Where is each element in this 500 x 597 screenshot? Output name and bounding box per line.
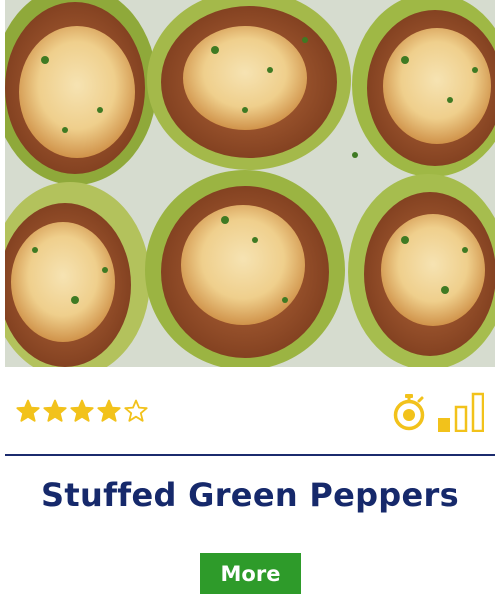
recipe-photo[interactable] <box>5 0 495 367</box>
stuffed-peppers-image <box>5 0 495 367</box>
divider <box>5 454 495 456</box>
recipe-info-icons <box>392 392 485 436</box>
star-filled-icon <box>97 399 121 423</box>
star-filled-icon <box>70 399 94 423</box>
star-filled-icon <box>43 399 67 423</box>
recipe-meta-row <box>16 392 485 436</box>
star-empty-icon <box>124 399 148 423</box>
stopwatch-icon <box>392 393 426 435</box>
star-rating <box>16 399 148 423</box>
recipe-card: Stuffed Green Peppers More <box>0 0 500 597</box>
more-button[interactable]: More <box>200 553 301 594</box>
difficulty-bars-icon <box>438 392 485 436</box>
recipe-title[interactable]: Stuffed Green Peppers <box>0 476 500 514</box>
star-filled-icon <box>16 399 40 423</box>
